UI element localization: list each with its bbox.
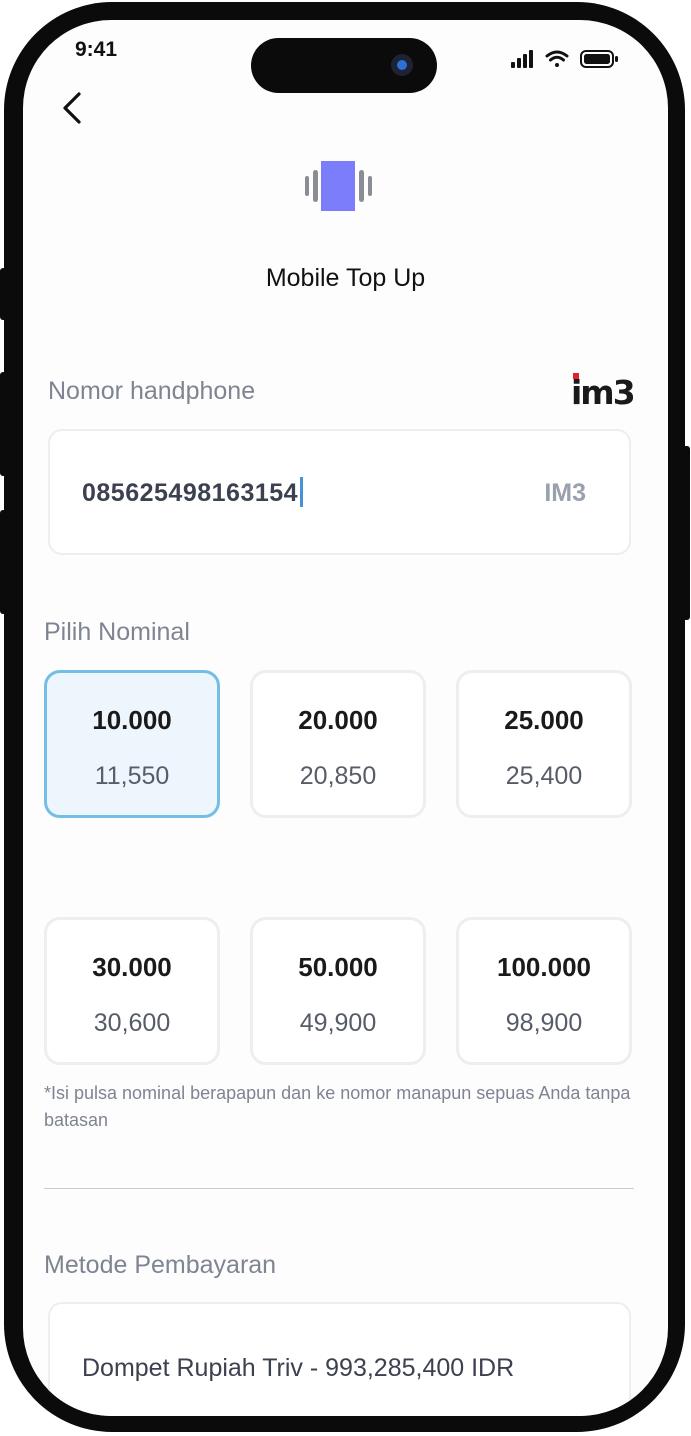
nominal-price: 25,400 <box>505 762 583 790</box>
nominal-option-30000[interactable]: 30.000 30,600 <box>44 917 220 1065</box>
screen: 9:41 Mobile Top Up Nomor handphone im3 0… <box>23 20 668 1416</box>
phone-number-value[interactable]: 085625498163154 <box>82 477 304 509</box>
nominal-option-20000[interactable]: 20.000 20,850 <box>250 670 426 818</box>
status-icons <box>511 50 618 68</box>
wifi-icon <box>545 50 569 67</box>
svg-text:im3: im3 <box>571 373 633 410</box>
phone-number-label: Nomor handphone <box>48 377 256 405</box>
nominal-option-10000[interactable]: 10.000 11,550 <box>44 670 220 818</box>
nominal-price: 30,600 <box>93 1009 171 1037</box>
nominal-amount: 20.000 <box>298 705 378 735</box>
nominal-amount: 25.000 <box>504 705 584 735</box>
payment-method-label: Metode Pembayaran <box>44 1251 277 1279</box>
text-caret <box>300 477 304 508</box>
nominal-amount: 10.000 <box>92 705 172 735</box>
camera-icon <box>391 54 413 76</box>
vibrate-phone-icon <box>305 161 372 211</box>
status-time: 9:41 <box>75 38 118 61</box>
payment-method-select[interactable]: Dompet Rupiah Triv - 993,285,400 IDR <box>48 1302 631 1416</box>
nominal-price: 11,550 <box>94 762 170 790</box>
nominal-price: 49,900 <box>299 1009 377 1037</box>
operator-label: IM3 <box>544 479 586 507</box>
im3-logo: im3 <box>571 373 633 410</box>
nominal-price: 98,900 <box>505 1009 583 1037</box>
nominal-amount: 30.000 <box>92 952 172 982</box>
divider <box>44 1188 634 1189</box>
nominal-label: Pilih Nominal <box>44 618 190 646</box>
nominal-option-50000[interactable]: 50.000 49,900 <box>250 917 426 1065</box>
page-title: Mobile Top Up <box>265 264 426 292</box>
phone-number-field[interactable]: 085625498163154 IM3 <box>48 429 631 555</box>
nominal-option-100000[interactable]: 100.000 98,900 <box>456 917 632 1065</box>
nominal-amount: 50.000 <box>298 952 378 982</box>
battery-icon <box>580 50 618 68</box>
nominal-amount: 100.000 <box>497 952 591 982</box>
nominal-note: *Isi pulsa nominal berapapun dan ke nomo… <box>44 1083 631 1130</box>
nominal-price: 20,850 <box>299 762 377 790</box>
signal-icon <box>511 50 533 68</box>
dynamic-island <box>251 38 437 93</box>
nominal-option-25000[interactable]: 25.000 25,400 <box>456 670 632 818</box>
back-chevron-icon[interactable] <box>53 86 93 130</box>
phone-number-text: 085625498163154 <box>82 479 299 507</box>
payment-method-value: Dompet Rupiah Triv - 993,285,400 IDR <box>82 1354 515 1382</box>
